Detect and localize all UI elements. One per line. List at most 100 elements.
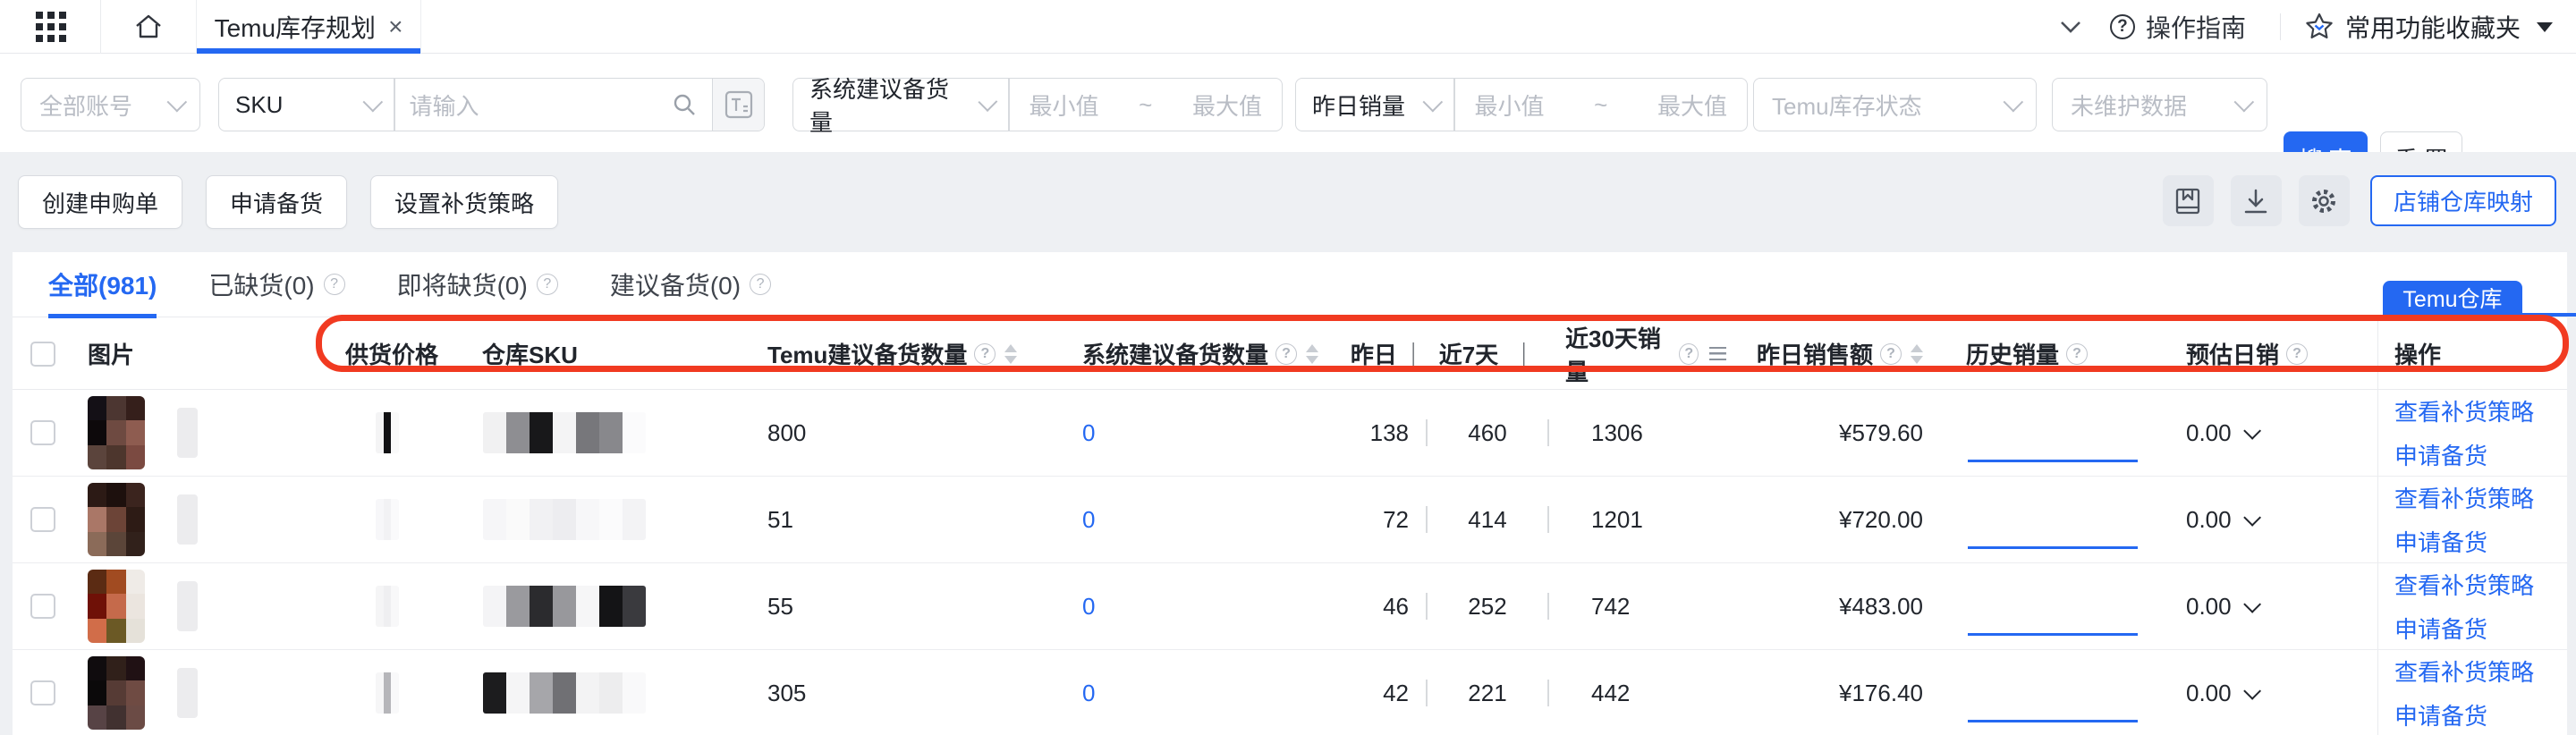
- min-input[interactable]: 最小值: [1030, 89, 1099, 122]
- est-daily-value: 0.00: [2186, 593, 2232, 621]
- tab-suggest-restock[interactable]: 建议备货(0) ?: [610, 266, 771, 318]
- request-stock-button[interactable]: 申请备货: [206, 175, 347, 229]
- history-sales-input[interactable]: [1968, 633, 2138, 636]
- set-replenish-strategy-button[interactable]: 设置补货策略: [370, 175, 558, 229]
- account-select[interactable]: 全部账号: [21, 78, 200, 131]
- temu-suggest-qty: 55: [767, 563, 1063, 649]
- sys-suggest-qty-link[interactable]: 0: [1082, 680, 1095, 707]
- yesterday-amount: ¥483.00: [1704, 563, 1923, 649]
- col-operation: 操作: [2377, 318, 2567, 389]
- row-checkbox[interactable]: [30, 680, 55, 705]
- redacted-block: [177, 408, 198, 458]
- help-icon[interactable]: ?: [1679, 343, 1699, 365]
- unmaintained-placeholder: 未维护数据: [2071, 89, 2187, 122]
- request-stock-link[interactable]: 申请备货: [2394, 525, 2534, 558]
- max-input[interactable]: 最大值: [1192, 89, 1262, 122]
- view-strategy-link[interactable]: 查看补货策略: [2394, 481, 2534, 514]
- tab-label: 即将缺货(0): [397, 266, 528, 302]
- col-history-sales: 历史销量 ?: [1966, 318, 2145, 389]
- history-sales-input[interactable]: [1968, 720, 2138, 722]
- help-icon[interactable]: ?: [2286, 343, 2308, 365]
- sku-search-input[interactable]: 请输入: [395, 79, 712, 131]
- sys-suggest-qty-link[interactable]: 0: [1082, 593, 1095, 621]
- sys-suggest-qty-link[interactable]: 0: [1082, 419, 1095, 447]
- request-stock-link[interactable]: 申请备货: [2394, 438, 2534, 471]
- est-daily-dropdown[interactable]: 0.00: [2186, 419, 2257, 447]
- tab-close-icon[interactable]: ×: [388, 14, 402, 39]
- product-thumbnail: [88, 483, 145, 556]
- export-button[interactable]: [2231, 175, 2282, 226]
- sku-search-group: SKU 请输入: [218, 78, 765, 131]
- view-strategy-link[interactable]: 查看补货策略: [2394, 394, 2534, 427]
- row-checkbox[interactable]: [30, 594, 55, 619]
- product-thumbnail: [88, 570, 145, 643]
- save-view-button[interactable]: [2163, 175, 2214, 226]
- col-warehouse-sku: 仓库SKU: [482, 318, 679, 389]
- batch-input-icon[interactable]: [713, 79, 764, 131]
- download-icon: [2240, 185, 2272, 217]
- chevron-down-icon: [2004, 92, 2024, 113]
- temu-warehouse-tab[interactable]: Temu仓库: [2383, 281, 2522, 314]
- tab-soon-out-of-stock[interactable]: 即将缺货(0) ?: [397, 266, 558, 318]
- est-daily-dropdown[interactable]: 0.00: [2186, 506, 2257, 534]
- tab-out-of-stock[interactable]: 已缺货(0) ?: [208, 266, 344, 318]
- sales-yesterday: 72: [1279, 506, 1409, 534]
- settings-button[interactable]: [2299, 175, 2350, 226]
- yesterday-sales-range-filter: 昨日销量 最小值 ~ 最大值: [1295, 78, 1748, 131]
- request-stock-link[interactable]: 申请备货: [2394, 612, 2534, 645]
- operation-guide-link[interactable]: ? 操作指南: [2110, 9, 2246, 45]
- help-icon[interactable]: ?: [537, 274, 558, 295]
- tab-label: 建议备货(0): [610, 266, 741, 302]
- inventory-table: 图片 供货价格 仓库SKU Temu建议备货数量 ? 系统建议备货数量 ?: [0, 318, 2576, 735]
- min-input[interactable]: 最小值: [1475, 89, 1545, 122]
- sort-control[interactable]: [1004, 344, 1017, 364]
- store-warehouse-mapping-button[interactable]: 店铺仓库映射: [2370, 175, 2556, 226]
- tab-all[interactable]: 全部(981): [48, 266, 157, 318]
- create-purchase-order-button[interactable]: 创建申购单: [18, 175, 182, 229]
- chevron-down-icon: [2243, 509, 2261, 527]
- tilde: ~: [1139, 91, 1152, 119]
- home-button[interactable]: [117, 0, 180, 54]
- view-strategy-link[interactable]: 查看补货策略: [2394, 568, 2534, 601]
- chevron-down-icon: [2243, 682, 2261, 700]
- sys-suggest-qty-link[interactable]: 0: [1082, 506, 1095, 534]
- help-icon[interactable]: ?: [324, 274, 345, 295]
- help-icon[interactable]: ?: [1880, 343, 1902, 365]
- history-sales-input[interactable]: [1968, 546, 2138, 549]
- tab-label: 全部(981): [48, 266, 157, 302]
- redacted-block: [177, 668, 198, 718]
- est-daily-dropdown[interactable]: 0.00: [2186, 593, 2257, 621]
- yesterday-sales-select[interactable]: 昨日销量: [1296, 79, 1453, 131]
- help-icon[interactable]: ?: [974, 343, 996, 365]
- help-icon[interactable]: ?: [2066, 343, 2088, 365]
- guide-label: 操作指南: [2146, 9, 2246, 45]
- table-header-row: 图片 供货价格 仓库SKU Temu建议备货数量 ? 系统建议备货数量 ?: [0, 318, 2576, 390]
- sku-field-select[interactable]: SKU: [219, 79, 394, 131]
- sku-field-value: SKU: [235, 91, 283, 119]
- favorites-menu[interactable]: 常用功能收藏夹: [2304, 9, 2553, 45]
- redacted-block: [177, 494, 198, 545]
- chevron-down-icon: [167, 92, 188, 113]
- row-checkbox[interactable]: [30, 507, 55, 532]
- max-input[interactable]: 最大值: [1657, 89, 1727, 122]
- view-strategy-link[interactable]: 查看补货策略: [2394, 655, 2534, 688]
- sort-control[interactable]: [1911, 344, 1923, 364]
- range1-label: 系统建议备货量: [809, 72, 966, 138]
- redacted-block: [177, 581, 198, 631]
- collapse-chevron-icon[interactable]: [2058, 20, 2083, 34]
- history-sales-input[interactable]: [1968, 460, 2138, 462]
- sys-suggest-range-select[interactable]: 系统建议备货量: [793, 79, 1008, 131]
- request-stock-link[interactable]: 申请备货: [2394, 698, 2534, 731]
- select-all-checkbox[interactable]: [30, 342, 55, 367]
- topbar: Temu库存规划 × ? 操作指南 常用功能收藏夹: [0, 0, 2576, 54]
- est-daily-dropdown[interactable]: 0.00: [2186, 680, 2257, 707]
- unmaintained-data-select[interactable]: 未维护数据: [2052, 78, 2267, 131]
- app-grid-icon[interactable]: [36, 12, 66, 42]
- divider: [100, 0, 101, 54]
- row-checkbox[interactable]: [30, 420, 55, 445]
- bookmark-icon: [2172, 185, 2204, 217]
- tab-temu-inventory-planning[interactable]: Temu库存规划 ×: [196, 0, 421, 54]
- help-icon[interactable]: ?: [750, 274, 771, 295]
- temu-stock-status-select[interactable]: Temu库存状态: [1753, 78, 2037, 131]
- redacted-sku: [483, 499, 646, 540]
